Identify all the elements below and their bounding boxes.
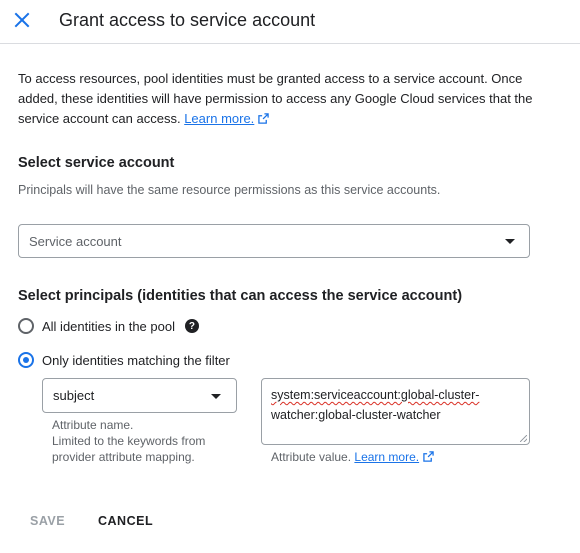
attribute-name-hint: Attribute name. Limited to the keywords …	[52, 418, 206, 464]
attribute-value-hint: Attribute value. Learn more.	[271, 449, 434, 465]
attribute-name-value: subject	[53, 388, 95, 403]
attribute-value-text-line2: watcher:global-cluster-watcher	[271, 408, 441, 422]
save-button[interactable]: SAVE	[30, 514, 65, 528]
service-account-select[interactable]: Service account	[18, 224, 530, 258]
radio-all-identities-label: All identities in the pool	[42, 318, 175, 334]
description-text: To access resources, pool identities mus…	[18, 71, 533, 126]
dialog-header: Grant access to service account	[0, 0, 580, 44]
dialog-title: Grant access to service account	[59, 10, 316, 30]
radio-all-identities[interactable]: All identities in the pool ?	[18, 317, 199, 335]
service-account-heading: Select service account	[18, 155, 175, 171]
close-icon	[14, 12, 30, 28]
radio-button-checked[interactable]	[18, 352, 34, 368]
attribute-value-text-line1: system:serviceaccount:global-cluster-	[271, 388, 480, 402]
external-link-icon	[423, 451, 434, 462]
cancel-button[interactable]: CANCEL	[98, 514, 153, 528]
radio-filter-identities[interactable]: Only identities matching the filter	[18, 351, 230, 369]
principals-heading: Select principals (identities that can a…	[18, 288, 463, 304]
dropdown-arrow-icon	[505, 239, 515, 244]
attribute-name-select[interactable]: subject	[42, 378, 237, 413]
dropdown-arrow-icon	[211, 394, 221, 399]
close-button[interactable]	[12, 10, 32, 30]
learn-more-link[interactable]: Learn more.	[184, 111, 254, 126]
help-icon[interactable]: ?	[184, 319, 199, 333]
service-account-subtext: Principals will have the same resource p…	[18, 183, 441, 197]
attribute-learn-more-link[interactable]: Learn more.	[354, 450, 419, 464]
resize-handle[interactable]	[520, 435, 527, 442]
external-link-icon	[258, 113, 270, 124]
attribute-value-input[interactable]: system:serviceaccount:global-cluster- wa…	[261, 378, 530, 445]
dialog-description: To access resources, pool identities mus…	[18, 69, 538, 129]
radio-filter-identities-label: Only identities matching the filter	[42, 352, 230, 368]
radio-button[interactable]	[18, 318, 34, 334]
service-account-placeholder: Service account	[29, 234, 122, 249]
